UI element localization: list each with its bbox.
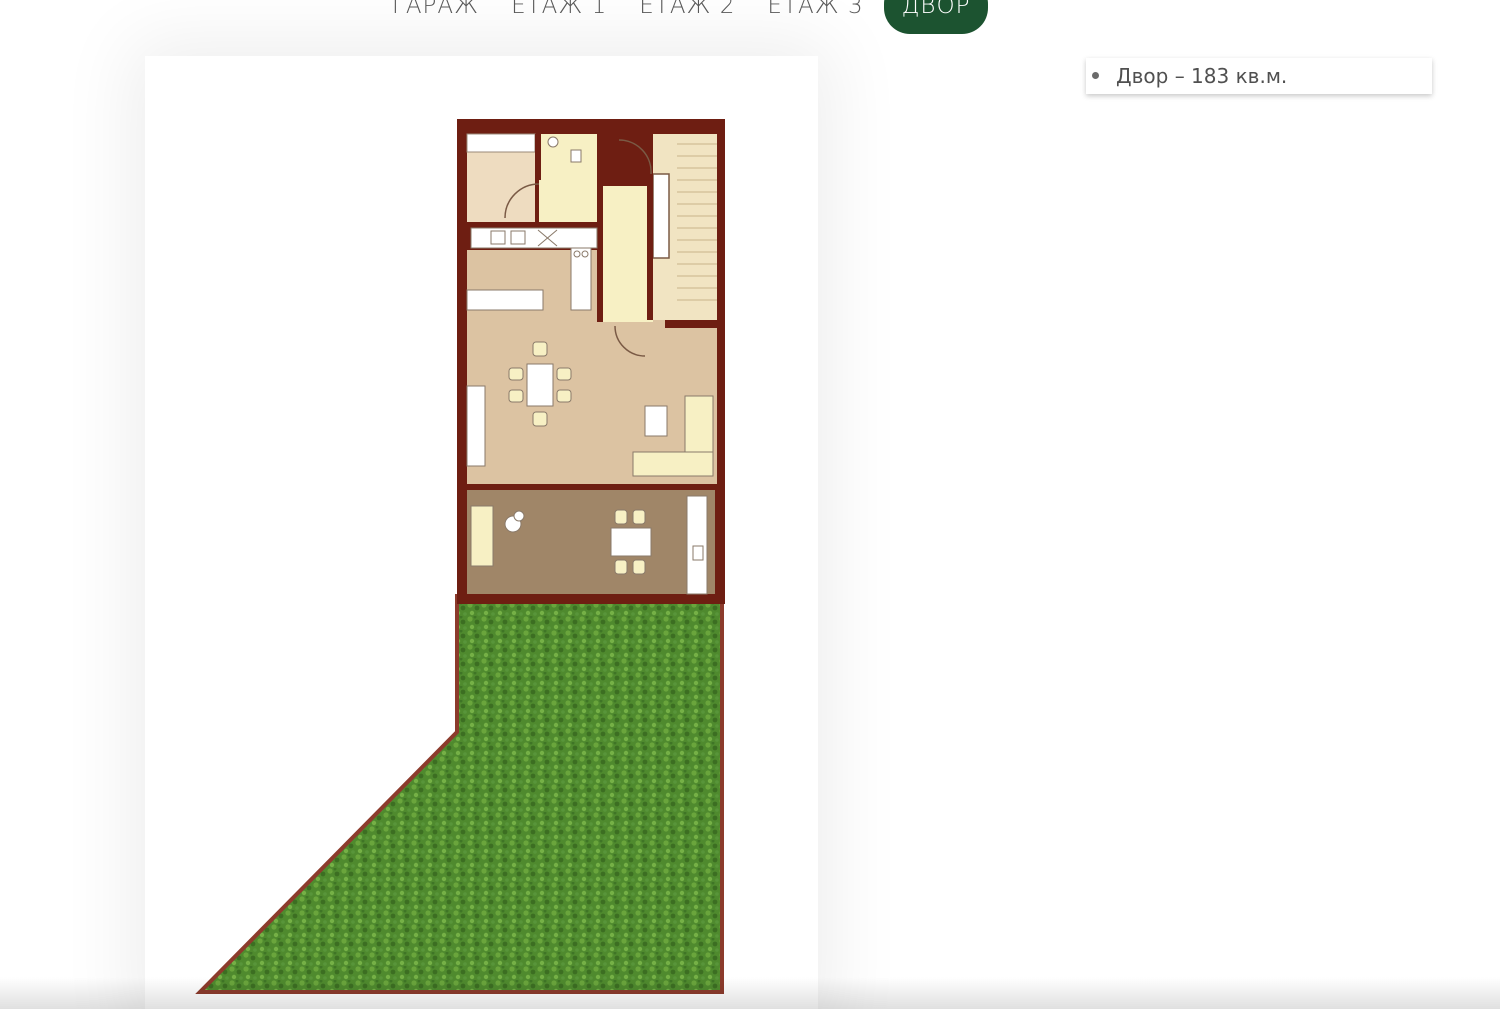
area-info-box: Двор – 183 кв.м. [1086, 58, 1432, 94]
area-list: Двор – 183 кв.м. [1086, 58, 1432, 94]
tab-garage[interactable]: ГАРАЖ [376, 0, 495, 34]
floor-plan-card [145, 56, 818, 1009]
floor-tabs: ГАРАЖ ЕТАЖ 1 ЕТАЖ 2 ЕТАЖ 3 ДВОР [376, 0, 989, 34]
list-item-yard-area: Двор – 183 кв.м. [1086, 58, 1432, 94]
yard-grass [195, 594, 724, 994]
tab-floor-2[interactable]: ЕТАЖ 2 [623, 0, 751, 34]
tab-yard[interactable]: ДВОР [883, 0, 989, 34]
scroll-shadow [0, 977, 1500, 1009]
tab-floor-3[interactable]: ЕТАЖ 3 [751, 0, 879, 34]
tab-floor-1[interactable]: ЕТАЖ 1 [495, 0, 623, 34]
page: ГАРАЖ ЕТАЖ 1 ЕТАЖ 2 ЕТАЖ 3 ДВОР Двор – 1… [0, 0, 1500, 1009]
floor-plan-image[interactable] [145, 56, 818, 1009]
